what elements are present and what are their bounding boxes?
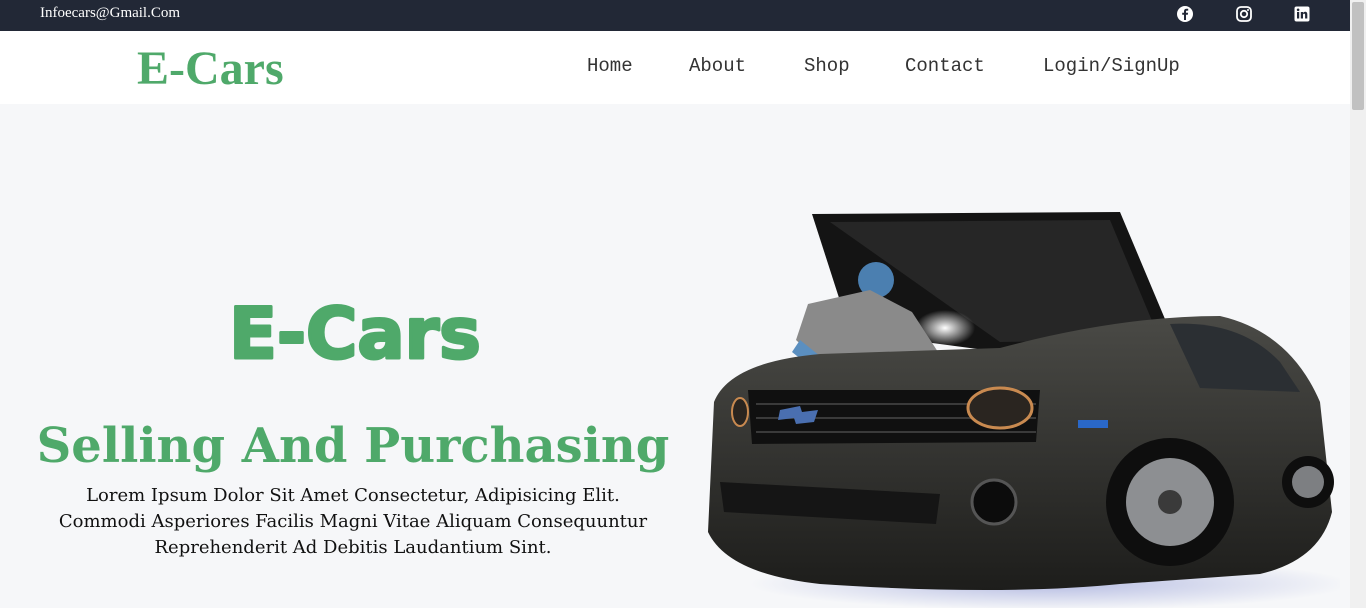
hero-description-line: Lorem Ipsum Dolor Sit Amet Consectetur, … (86, 485, 620, 506)
hero-description-line: Commodi Asperiores Facilis Magni Vitae A… (58, 511, 648, 532)
top-bar: Infoecars@Gmail.Com (0, 0, 1350, 31)
hero-section: E-Cars Selling And Purchasing Lorem Ipsu… (0, 104, 1350, 608)
nav-shop[interactable]: Shop (804, 55, 850, 77)
facebook-icon[interactable] (1176, 5, 1194, 23)
nav-login-signup[interactable]: Login/SignUp (1043, 55, 1180, 77)
scrollbar-thumb[interactable] (1352, 2, 1364, 110)
hero-title: Selling And Purchasing (36, 418, 670, 474)
hero-description-line: Reprehenderit Ad Debitis Laudantium Sint… (154, 537, 552, 558)
main-navbar: E-Cars Home About Shop Contact Login/Sig… (0, 31, 1350, 104)
linkedin-icon[interactable] (1293, 5, 1311, 23)
contact-email[interactable]: Infoecars@Gmail.Com (40, 5, 180, 22)
nav-home[interactable]: Home (587, 55, 633, 77)
hero-logo-text: E-Cars (229, 293, 481, 372)
brand-logo[interactable]: E-Cars (137, 41, 284, 97)
page-scrollbar[interactable] (1350, 0, 1366, 608)
nav-about[interactable]: About (689, 55, 746, 77)
instagram-icon[interactable] (1235, 5, 1253, 23)
nav-contact[interactable]: Contact (905, 55, 985, 77)
hero-description: Lorem Ipsum Dolor Sit Amet Consectetur, … (30, 483, 676, 561)
hero-logo: E-Cars (215, 292, 495, 372)
car-mechanic-image (700, 212, 1340, 608)
